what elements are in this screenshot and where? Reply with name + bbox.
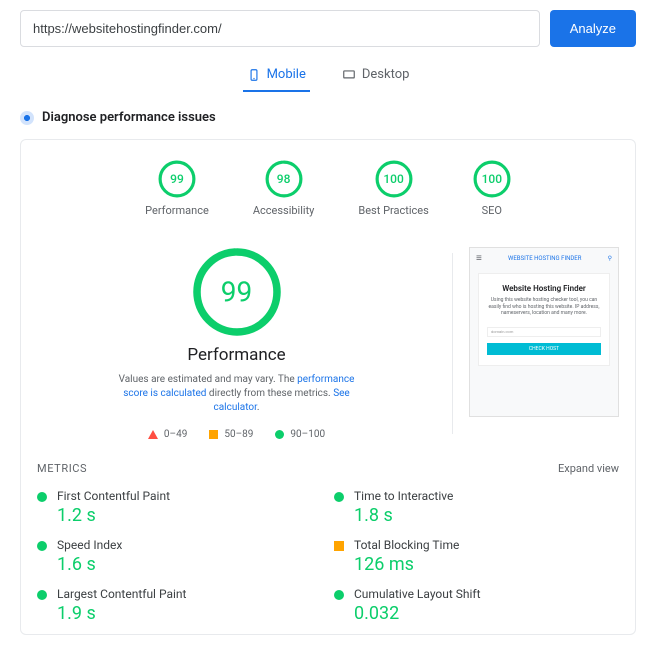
- url-input[interactable]: [20, 10, 540, 47]
- score-best-practices[interactable]: 100 Best Practices: [358, 160, 428, 217]
- preview-cta-button: CHECK HOST: [487, 343, 601, 355]
- metric-value: 1.8 s: [354, 505, 453, 526]
- metric-name: Largest Contentful Paint: [57, 587, 186, 601]
- hamburger-icon: ≡: [476, 253, 482, 264]
- score-label: Performance: [145, 204, 209, 217]
- gauge-value: 99: [170, 172, 184, 186]
- metrics-grid: First Contentful Paint 1.2 s Time to Inter…: [37, 489, 619, 634]
- score-seo[interactable]: 100 SEO: [473, 160, 511, 217]
- metric-time-to-interactive: Time to Interactive 1.8 s: [334, 489, 619, 526]
- circle-icon: [275, 430, 284, 439]
- gauge-icon: 100: [473, 160, 511, 198]
- metric-name: Speed Index: [57, 538, 122, 552]
- performance-summary: 99 Performance Values are estimated and …: [37, 247, 436, 440]
- tab-label: Mobile: [267, 67, 306, 82]
- metrics-title: METRICS: [37, 462, 87, 475]
- score-accessibility[interactable]: 98 Accessibility: [253, 160, 315, 217]
- metric-first-contentful-paint: First Contentful Paint 1.2 s: [37, 489, 322, 526]
- desktop-icon: [342, 68, 356, 82]
- metric-name: First Contentful Paint: [57, 489, 170, 503]
- metric-total-blocking-time: Total Blocking Time 126 ms: [334, 538, 619, 575]
- metric-name: Total Blocking Time: [354, 538, 459, 552]
- score-legend: 0–49 50–89 90–100: [148, 429, 325, 440]
- preview-body: Using this website hosting checker tool,…: [487, 297, 601, 317]
- gauge-icon: 99: [158, 160, 196, 198]
- metric-value: 1.9 s: [57, 603, 186, 624]
- preview-brand: WEBSITE HOSTING FINDER: [508, 255, 581, 262]
- metric-name: Cumulative Layout Shift: [354, 587, 481, 601]
- score-label: Accessibility: [253, 204, 315, 217]
- circle-icon: [37, 541, 47, 551]
- tab-mobile[interactable]: Mobile: [243, 59, 310, 92]
- metric-cumulative-layout-shift: Cumulative Layout Shift 0.032: [334, 587, 619, 624]
- triangle-icon: [148, 430, 158, 439]
- circle-icon: [334, 590, 344, 600]
- vertical-divider: [452, 253, 453, 434]
- preview-headline: Website Hosting Finder: [487, 284, 601, 293]
- metric-name: Time to Interactive: [354, 489, 453, 503]
- tab-label: Desktop: [362, 67, 410, 82]
- performance-gauge-value: 99: [221, 276, 252, 309]
- score-label: Best Practices: [358, 204, 428, 217]
- performance-description: Values are estimated and may vary. The p…: [107, 373, 367, 415]
- preview-input: domain.com: [487, 327, 601, 337]
- metric-value: 1.2 s: [57, 505, 170, 526]
- device-tabs: Mobile Desktop: [20, 59, 636, 92]
- metric-largest-contentful-paint: Largest Contentful Paint 1.9 s: [37, 587, 322, 624]
- gauge-value: 98: [277, 172, 291, 186]
- circle-icon: [37, 590, 47, 600]
- gauge-icon: 98: [265, 160, 303, 198]
- performance-title: Performance: [187, 345, 285, 365]
- metric-value: 126 ms: [354, 554, 459, 575]
- score-performance[interactable]: 99 Performance: [145, 160, 209, 217]
- metric-value: 0.032: [354, 603, 481, 624]
- score-row: 99 Performance 98 Accessibility 100 Best Prac…: [37, 160, 619, 217]
- tab-desktop[interactable]: Desktop: [338, 59, 414, 92]
- performance-gauge: 99: [192, 247, 282, 337]
- gauge-icon: 100: [375, 160, 413, 198]
- expand-view-link[interactable]: Expand view: [558, 462, 619, 475]
- page-preview: ≡ WEBSITE HOSTING FINDER ⚲ Website Hosti…: [469, 247, 619, 440]
- metric-value: 1.6 s: [57, 554, 122, 575]
- score-label: SEO: [482, 204, 502, 217]
- square-icon: [334, 541, 344, 551]
- search-icon: ⚲: [608, 255, 612, 262]
- gauge-value: 100: [482, 172, 502, 186]
- metric-speed-index: Speed Index 1.6 s: [37, 538, 322, 575]
- section-title: Diagnose performance issues: [42, 110, 216, 125]
- section-bullet-icon: [20, 111, 34, 125]
- circle-icon: [37, 492, 47, 502]
- mobile-icon: [247, 68, 261, 82]
- square-icon: [209, 430, 218, 439]
- analyze-button[interactable]: Analyze: [550, 10, 636, 47]
- report-card: 99 Performance 98 Accessibility 100 Best Prac…: [20, 139, 636, 635]
- circle-icon: [334, 492, 344, 502]
- gauge-value: 100: [383, 172, 403, 186]
